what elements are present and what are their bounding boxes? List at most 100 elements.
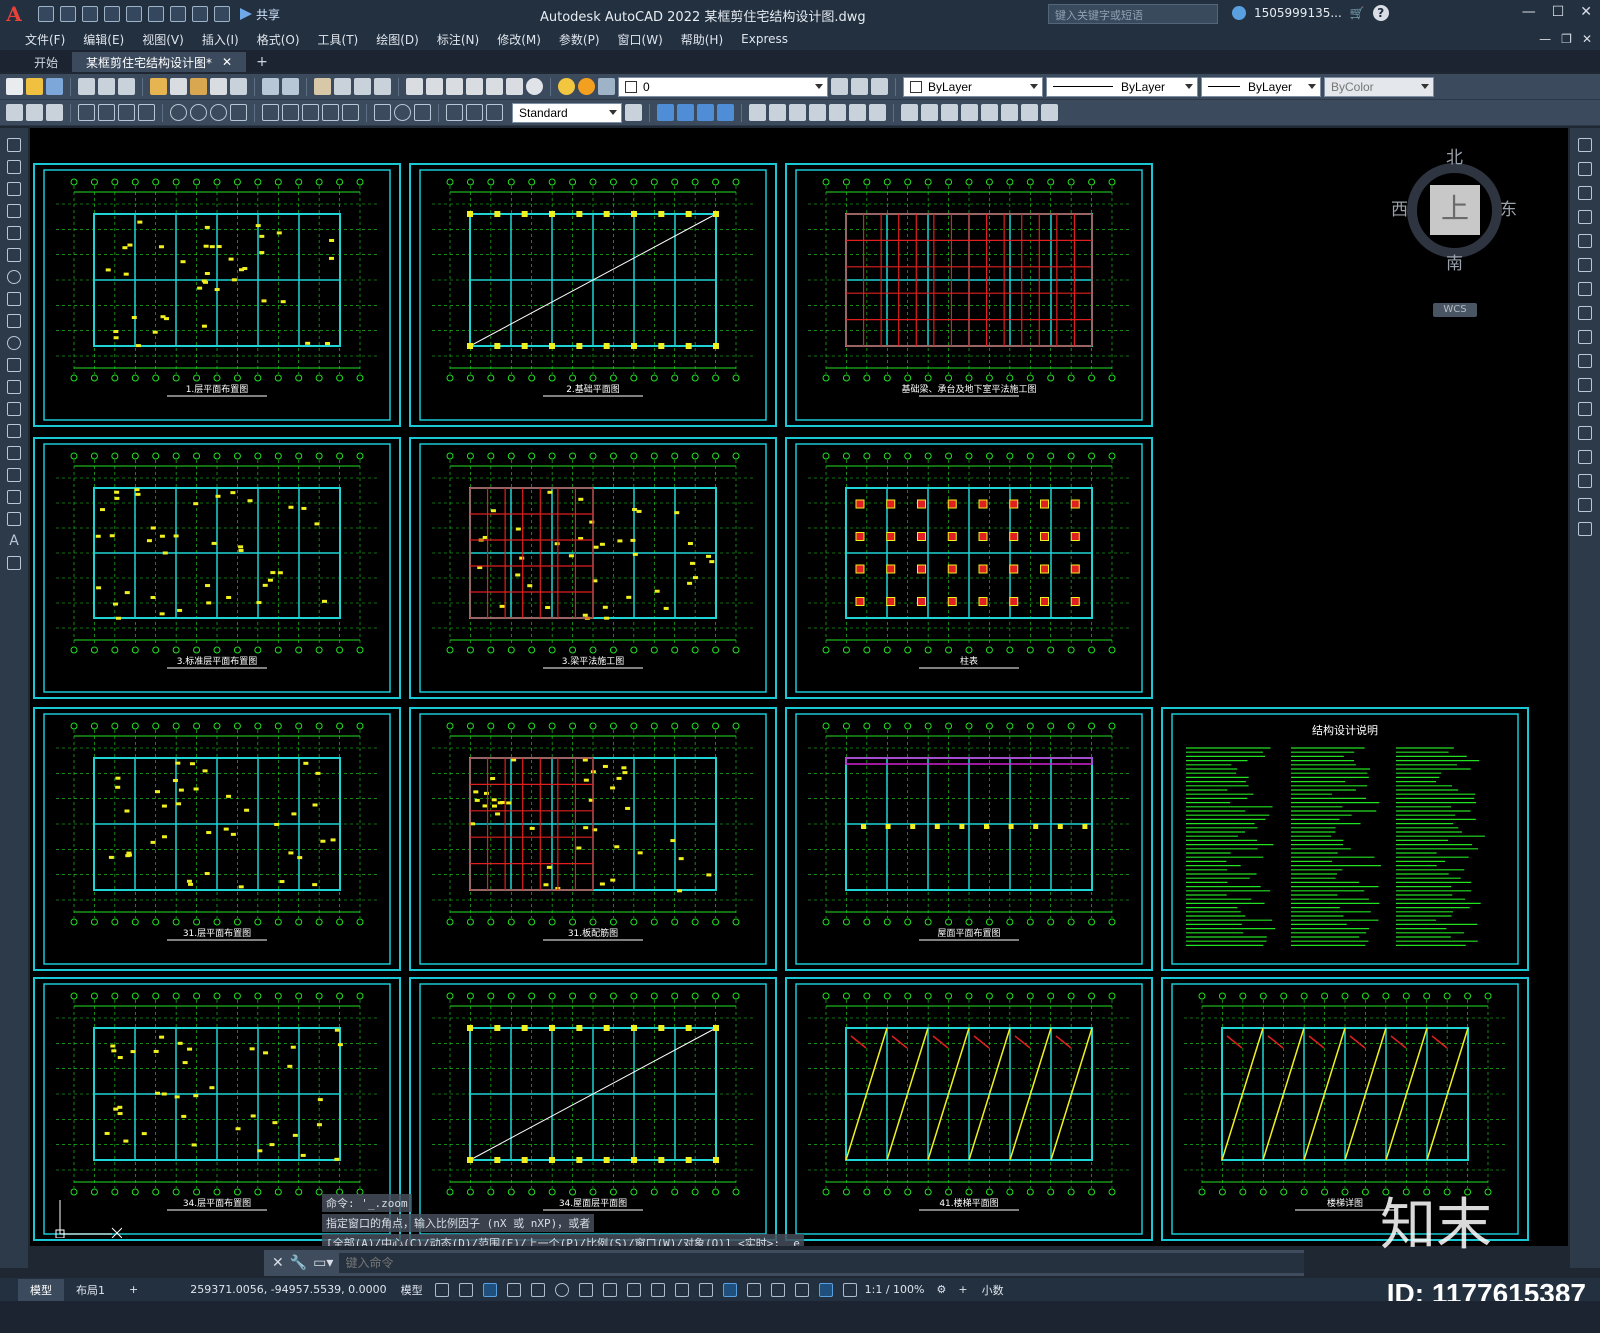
selection-cycling-icon[interactable] [698,1282,713,1297]
render-icon[interactable] [981,104,998,121]
lineweight-toggle-icon[interactable] [650,1282,665,1297]
export-icon[interactable] [148,6,164,22]
arc-icon[interactable] [7,248,21,262]
block-editor-icon[interactable] [230,78,247,95]
autocad-logo-icon[interactable]: A [0,0,28,28]
new-icon[interactable] [6,78,23,95]
command-input[interactable] [339,1253,1304,1273]
compass-west-label[interactable]: 西 [1391,195,1408,220]
insert-block-icon[interactable] [7,380,21,394]
menu-view[interactable]: 视图(V) [133,31,193,48]
ucs-icon[interactable] [749,104,766,121]
dimension-edit-icon[interactable] [446,104,463,121]
ucs-origin-icon[interactable] [869,104,886,121]
explode-icon[interactable] [1578,522,1592,536]
snap-mode-icon[interactable] [458,1282,473,1297]
conceptual-icon[interactable] [961,104,978,121]
ellipse-arc-icon[interactable] [7,358,21,372]
polyline-icon[interactable] [7,182,21,196]
ortho-icon[interactable] [530,1282,545,1297]
units-dropdown[interactable]: 小数 [982,1282,1004,1298]
ucs-previous-icon[interactable] [789,104,806,121]
color-dropdown[interactable]: ByLayer [903,76,1043,97]
materials-icon[interactable] [1001,104,1018,121]
dynamic-input-icon[interactable] [506,1282,521,1297]
zoom-previous-icon[interactable] [374,78,391,95]
preview-icon[interactable] [98,78,115,95]
layer-thaw-icon[interactable] [578,78,595,95]
break-icon[interactable] [1578,402,1592,416]
undo-icon[interactable] [262,78,279,95]
dimension-space-icon[interactable] [322,104,339,121]
hatch-icon[interactable] [7,446,21,460]
calculator-icon[interactable] [506,78,523,95]
isometric-icon[interactable] [578,1282,593,1297]
gradient-icon[interactable] [7,468,21,482]
menu-edit[interactable]: 编辑(E) [74,31,133,48]
ordinate-dimension-icon[interactable] [138,104,155,121]
dimension-break-icon[interactable] [342,104,359,121]
model-space-toggle[interactable]: 模型 [401,1282,423,1298]
infer-constraints-icon[interactable] [482,1282,497,1297]
tab-layout1[interactable]: 布局1 [64,1279,117,1301]
extend-icon[interactable] [1578,378,1592,392]
dynamic-ucs-icon[interactable] [746,1282,761,1297]
compass-east-label[interactable]: 东 [1500,195,1517,220]
continue-dimension-icon[interactable] [302,104,319,121]
visual-style-icon[interactable] [901,104,918,121]
tolerance-icon[interactable] [374,104,391,121]
object-snap-icon[interactable] [626,1282,641,1297]
mirror-icon[interactable] [1578,186,1592,200]
region-icon[interactable] [7,490,21,504]
properties-icon[interactable] [406,78,423,95]
tab-close-icon[interactable]: ✕ [222,55,232,69]
view-left-icon[interactable] [697,104,714,121]
dimension-style-dropdown[interactable]: Standard [512,102,622,123]
print-icon[interactable] [170,6,186,22]
3d-osnap-icon[interactable] [722,1282,737,1297]
linetype-dropdown[interactable]: ByLayer [1046,76,1198,97]
compass-south-label[interactable]: 南 [1446,249,1463,274]
redo-icon[interactable] [214,6,230,22]
menu-dimension[interactable]: 标注(N) [428,31,488,48]
tab-model[interactable]: 模型 [18,1278,64,1301]
dimension-style-icon[interactable] [625,104,642,121]
fillet-icon[interactable] [1578,474,1592,488]
inspection-icon[interactable] [414,104,431,121]
open-file-icon[interactable] [60,6,76,22]
object-snap-tracking-icon[interactable] [602,1282,617,1297]
help-icon[interactable] [526,78,543,95]
publish-icon[interactable] [118,78,135,95]
jogged-dimension-icon[interactable] [190,104,207,121]
aligned-dimension-icon[interactable] [98,104,115,121]
compass-north-label[interactable]: 北 [1446,143,1463,168]
lights-icon[interactable] [1021,104,1038,121]
shaded-icon[interactable] [921,104,938,121]
construction-line-icon[interactable] [7,160,21,174]
close-button[interactable]: ✕ [1580,4,1592,20]
menu-modify[interactable]: 修改(M) [488,31,550,48]
realistic-icon[interactable] [941,104,958,121]
ucs-object-icon[interactable] [829,104,846,121]
offset-icon[interactable] [1578,210,1592,224]
workspace-switch-icon[interactable]: ⚙ [937,1283,947,1296]
doc-minimize-button[interactable]: — [1539,32,1551,46]
chamfer-icon[interactable] [1578,450,1592,464]
menu-insert[interactable]: 插入(I) [193,31,248,48]
open-icon[interactable] [26,78,43,95]
search-input[interactable]: 键入关键字或短语 [1048,4,1218,24]
paste-icon[interactable] [190,78,207,95]
quick-dimension-icon[interactable] [262,104,279,121]
selection-filter-icon[interactable] [770,1282,785,1297]
layer-dropdown[interactable]: 0 [618,76,828,97]
tool-palettes-icon[interactable] [446,78,463,95]
menu-help[interactable]: 帮助(H) [672,31,732,48]
account-area[interactable]: 1505999135... 🛒 ? [1232,5,1389,21]
zoom-window-icon[interactable] [354,78,371,95]
line-icon[interactable] [7,138,21,152]
coordinate-readout[interactable]: 259371.0056, -94957.5539, 0.0000 [190,1283,386,1296]
annotation-scale[interactable]: 1:1 / 100% [865,1283,925,1296]
cut-icon[interactable] [150,78,167,95]
doc-restore-button[interactable]: ❐ [1561,32,1572,46]
pan-icon[interactable] [314,78,331,95]
